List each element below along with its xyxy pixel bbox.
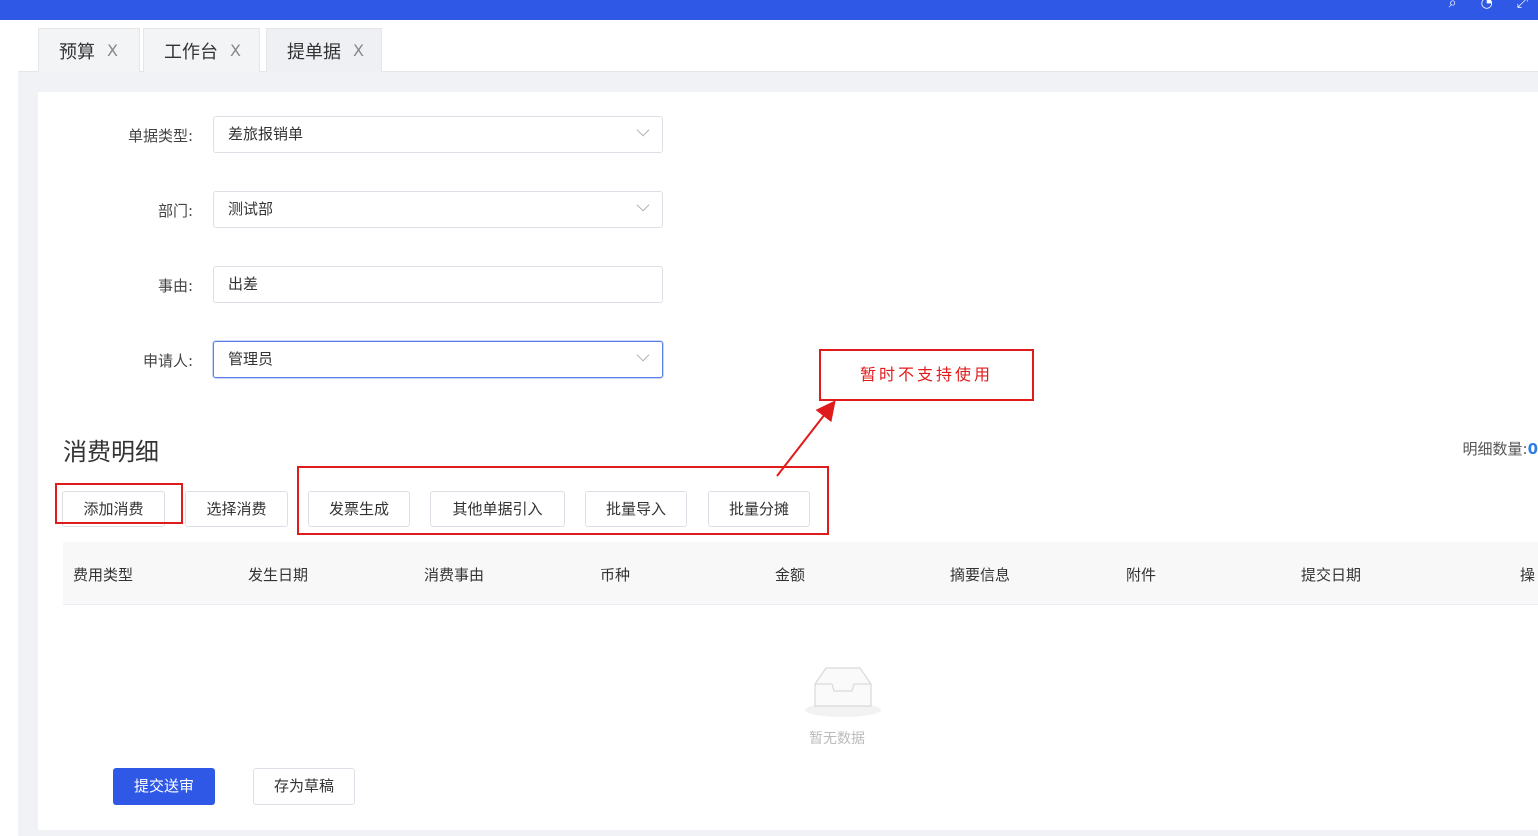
doc-type-select[interactable]: 差旅报销单	[213, 116, 663, 153]
column-header: 币种	[600, 566, 631, 584]
invoice-generate-button[interactable]: 发票生成	[308, 491, 410, 527]
select-expense-button[interactable]: 选择消费	[185, 491, 288, 527]
department-label: 部门:	[157, 202, 193, 220]
reason-value: 出差	[228, 275, 259, 293]
doc-type-label: 单据类型:	[127, 127, 193, 145]
batch-import-button[interactable]: 批量导入	[585, 491, 687, 527]
close-icon[interactable]: X	[230, 41, 241, 60]
top-header-bar: ▔ ⌕ ◔ ⤢	[0, 0, 1538, 20]
count-value: 0	[1527, 440, 1538, 458]
column-header: 金额	[775, 566, 806, 584]
tab-label: 预算	[59, 41, 95, 63]
count-label: 明细数量:	[1462, 440, 1528, 458]
applicant-select[interactable]: 管理员	[213, 341, 663, 378]
detail-count: 明细数量:0	[1463, 438, 1538, 459]
tab-bar: 预算 X 工作台 X 提单据 X	[18, 20, 1538, 72]
column-header: 摘要信息	[950, 566, 1011, 584]
search-icon[interactable]: ⌕	[1449, 0, 1457, 10]
left-sidebar-strip	[0, 20, 18, 836]
column-header: 消费事由	[424, 566, 485, 584]
doc-type-value: 差旅报销单	[228, 125, 304, 143]
column-header: 提交日期	[1301, 566, 1362, 584]
submit-for-review-button[interactable]: 提交送审	[113, 768, 215, 805]
batch-allocate-button[interactable]: 批量分摊	[708, 491, 810, 527]
empty-inbox-icon	[805, 667, 881, 717]
chevron-down-icon	[636, 348, 650, 362]
applicant-value: 管理员	[228, 350, 274, 368]
save-draft-button[interactable]: 存为草稿	[253, 768, 355, 805]
annotation-arrow	[776, 400, 836, 477]
column-header: 发生日期	[248, 566, 309, 584]
import-other-document-button[interactable]: 其他单据引入	[430, 491, 565, 527]
column-header: 附件	[1126, 566, 1157, 584]
add-expense-button[interactable]: 添加消费	[62, 491, 165, 527]
empty-text: 暂无数据	[809, 731, 865, 747]
fullscreen-icon[interactable]: ⤢	[1517, 0, 1528, 10]
user-icon[interactable]: ▔	[1414, 0, 1425, 10]
table-header: 费用类型 发生日期 消费事由 币种 金额 摘要信息 附件 提交日期 操	[63, 542, 1538, 605]
department-value: 测试部	[228, 200, 274, 218]
column-header: 费用类型	[73, 566, 134, 584]
tab-budget[interactable]: 预算 X	[38, 28, 140, 72]
reason-label: 事由:	[157, 277, 193, 295]
tab-submit-document[interactable]: 提单据 X	[266, 28, 382, 72]
column-header: 操	[1520, 566, 1536, 584]
applicant-label: 申请人:	[142, 352, 193, 370]
tab-workbench[interactable]: 工作台 X	[143, 28, 260, 72]
close-icon[interactable]: X	[107, 41, 118, 60]
annotation-note: 暂时不支持使用	[819, 349, 1034, 401]
reason-input[interactable]: 出差	[213, 266, 663, 303]
chevron-down-icon	[636, 123, 650, 137]
section-title: 消费明细	[63, 438, 159, 466]
tab-label: 提单据	[287, 41, 341, 63]
department-select[interactable]: 测试部	[213, 191, 663, 228]
chevron-down-icon	[636, 198, 650, 212]
notification-icon[interactable]: ◔	[1481, 0, 1493, 10]
tab-label: 工作台	[164, 41, 218, 63]
close-icon[interactable]: X	[353, 41, 364, 60]
